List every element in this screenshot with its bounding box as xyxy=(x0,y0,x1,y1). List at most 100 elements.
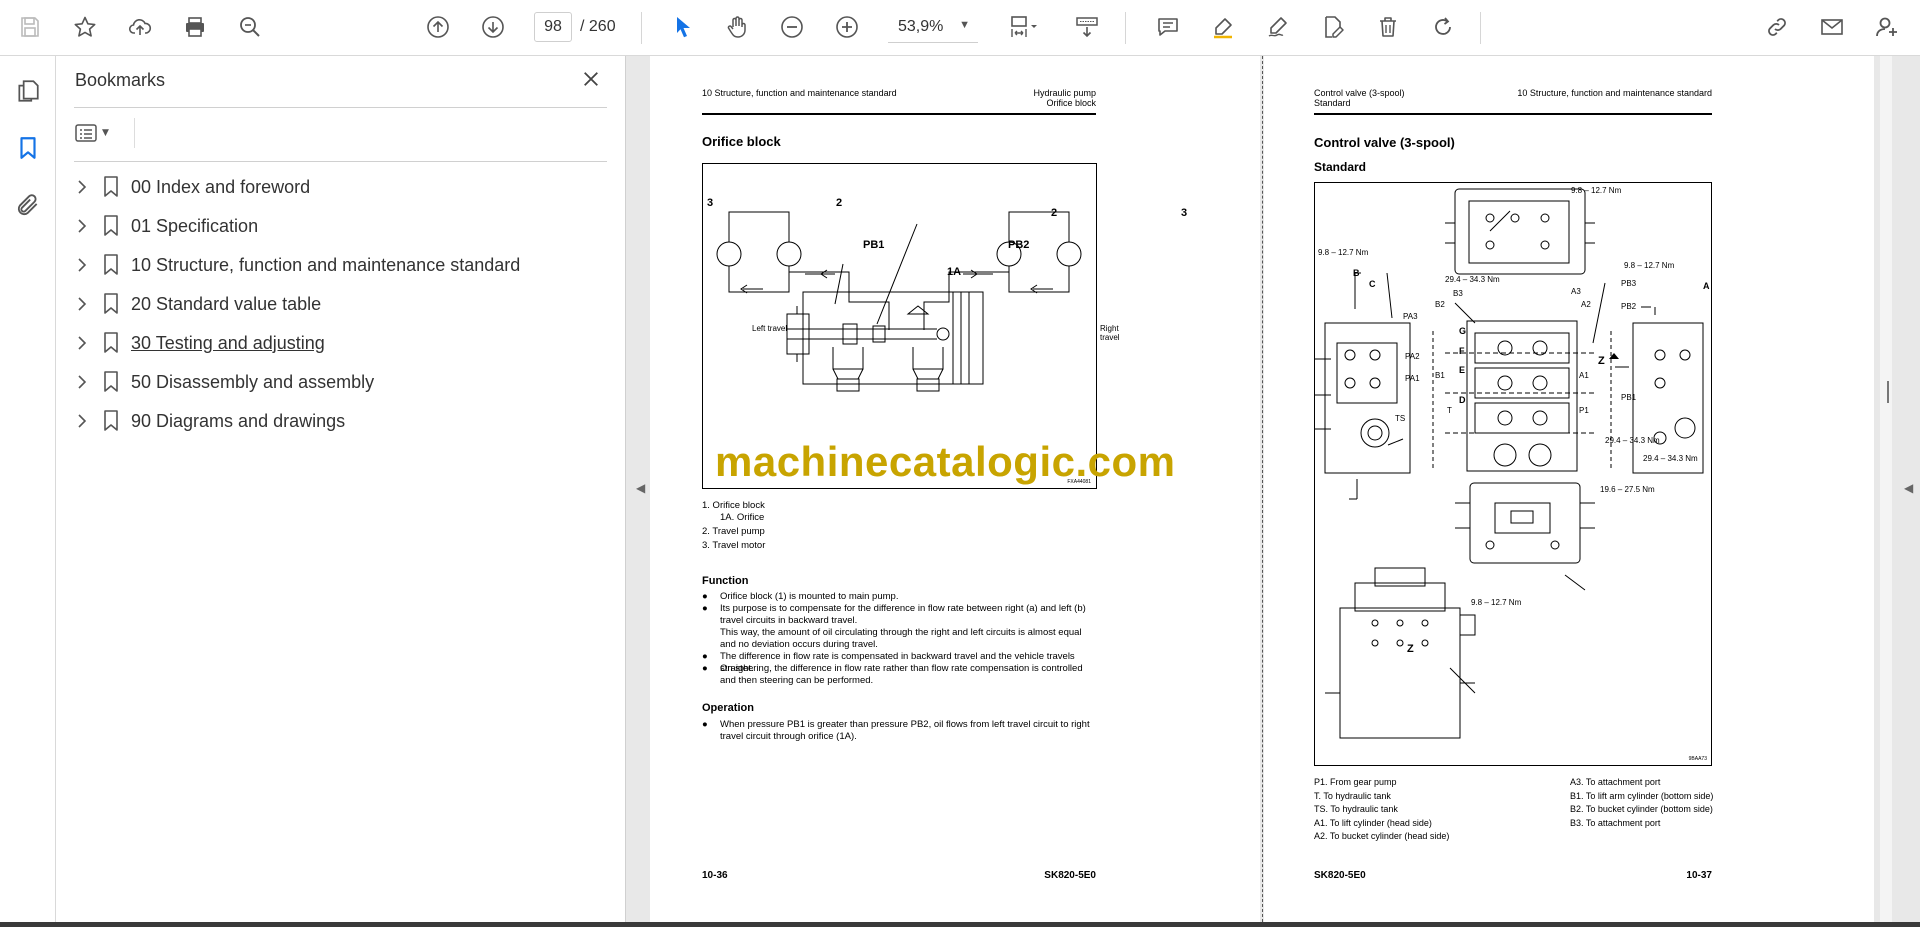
bookmark-icon xyxy=(96,215,126,237)
port-label: B1 xyxy=(1435,371,1445,380)
print-icon[interactable] xyxy=(178,10,212,44)
legend-item: 3. Travel motor xyxy=(702,540,766,551)
email-icon[interactable] xyxy=(1815,10,1849,44)
edit-pdf-icon[interactable] xyxy=(1316,10,1350,44)
label-2-left: 2 xyxy=(836,197,843,209)
section-title: Orifice block xyxy=(702,134,781,149)
bookmark-icon xyxy=(96,371,126,393)
bookmark-options-button[interactable]: ▼ xyxy=(74,118,122,148)
port-label: A1 xyxy=(1579,371,1589,380)
zoom-out-icon[interactable] xyxy=(775,10,809,44)
toolbar-divider xyxy=(641,12,642,44)
vertical-scrollbar[interactable] xyxy=(1880,56,1892,927)
page-total: / 260 xyxy=(580,18,616,35)
bookmark-label: 90 Diagrams and drawings xyxy=(131,410,346,431)
section-letter: F xyxy=(1459,346,1465,356)
bullet-text: On steering, the difference in flow rate… xyxy=(720,663,1083,686)
section-letter: G xyxy=(1459,326,1467,336)
bookmark-item[interactable]: 00 Index and foreword xyxy=(71,171,611,203)
page-header-left-2: Standard xyxy=(1314,98,1351,108)
page-header-right: 10 Structure, function and maintenance s… xyxy=(1517,88,1712,98)
bullet-text: When pressure PB1 is greater than pressu… xyxy=(720,719,1090,742)
bookmark-label: 30 Testing and adjusting xyxy=(131,332,325,353)
share-link-icon[interactable] xyxy=(1760,10,1794,44)
next-page-icon[interactable] xyxy=(476,10,510,44)
rotate-icon[interactable] xyxy=(1426,10,1460,44)
section-letter: B xyxy=(1353,268,1360,278)
navigation-rail xyxy=(0,56,56,927)
chevron-right-icon[interactable] xyxy=(71,180,93,194)
chevron-right-icon[interactable] xyxy=(71,219,93,233)
collapse-right-panel-icon[interactable]: ◀ xyxy=(1904,481,1913,495)
pdf-page-right: Control valve (3-spool) Standard 10 Stru… xyxy=(1264,56,1874,927)
page-header-left: 10 Structure, function and maintenance s… xyxy=(702,88,897,98)
collapse-left-panel-icon[interactable]: ◀ xyxy=(636,481,645,495)
chevron-right-icon[interactable] xyxy=(71,414,93,428)
label-2-right: 2 xyxy=(1051,207,1058,219)
bookmark-icon xyxy=(96,293,126,315)
section-title: Control valve (3-spool) xyxy=(1314,135,1455,150)
zoom-in-icon[interactable] xyxy=(830,10,864,44)
select-cursor-icon[interactable] xyxy=(666,10,700,44)
subsection-title: Standard xyxy=(1314,160,1367,174)
zoom-value: 53,9% xyxy=(898,18,944,35)
scroll-mode-icon[interactable] xyxy=(1070,10,1104,44)
highlight-pen-icon[interactable] xyxy=(1206,10,1240,44)
bookmark-label: 50 Disassembly and assembly xyxy=(131,371,375,392)
torque-label: 29.4 – 34.3 Nm xyxy=(1605,436,1660,445)
bookmark-panel-icon[interactable] xyxy=(11,131,45,165)
bookmark-item[interactable]: 10 Structure, function and maintenance s… xyxy=(71,249,611,281)
torque-label: 29.4 – 34.3 Nm xyxy=(1445,275,1500,284)
cloud-upload-icon[interactable] xyxy=(123,10,157,44)
port-label: TS xyxy=(1395,414,1406,423)
delete-icon[interactable] xyxy=(1371,10,1405,44)
chevron-right-icon[interactable] xyxy=(71,336,93,350)
bookmark-label: 01 Specification xyxy=(131,215,259,236)
chevron-right-icon[interactable] xyxy=(71,375,93,389)
figure-code: 9BAA73 xyxy=(1688,756,1707,762)
draw-signature-icon[interactable] xyxy=(1261,10,1295,44)
port-label: P1 xyxy=(1579,406,1589,415)
scrollbar-thumb[interactable] xyxy=(1887,381,1889,403)
page-number-input[interactable]: 98 xyxy=(534,12,572,42)
hand-tool-icon[interactable] xyxy=(720,10,754,44)
left-travel-caption: Left travel xyxy=(752,324,788,333)
bookmark-item[interactable]: 20 Standard value table xyxy=(71,288,611,320)
zoom-select[interactable]: 53,9% ▼ xyxy=(888,12,978,42)
attachment-icon[interactable] xyxy=(11,188,45,222)
comment-icon[interactable] xyxy=(1151,10,1185,44)
bookmark-item[interactable]: 90 Diagrams and drawings xyxy=(71,405,611,437)
document-viewer[interactable]: ◀ 10 Structure, function and maintenance… xyxy=(626,56,1920,927)
legend-column-left: P1. From gear pump T. To hydraulic tank … xyxy=(1314,776,1449,844)
search-icon[interactable] xyxy=(233,10,267,44)
port-label: PB3 xyxy=(1621,279,1637,288)
page-fit-icon[interactable] xyxy=(1001,10,1049,44)
bookmark-item[interactable]: 01 Specification xyxy=(71,210,611,242)
legend-item: A3. To attachment port xyxy=(1570,777,1661,787)
save-icon[interactable] xyxy=(13,10,47,44)
view-z-label: Z xyxy=(1407,643,1414,655)
add-user-icon[interactable] xyxy=(1870,10,1904,44)
legend-item: A2. To bucket cylinder (head side) xyxy=(1314,831,1450,841)
torque-label: 9.8 – 12.7 Nm xyxy=(1318,248,1369,257)
port-label: B3 xyxy=(1453,289,1463,298)
label-pb1: PB1 xyxy=(863,239,885,251)
bookmark-item[interactable]: 30 Testing and adjusting xyxy=(71,327,611,359)
bookmark-label: 20 Standard value table xyxy=(131,293,322,314)
page-thumbnails-icon[interactable] xyxy=(11,74,45,108)
previous-page-icon[interactable] xyxy=(421,10,455,44)
torque-label: 19.6 – 27.5 Nm xyxy=(1600,485,1655,494)
bookmarks-title: Bookmarks xyxy=(75,70,166,90)
page-header-right-2: Orifice block xyxy=(1046,98,1096,108)
legend-item: B3. To attachment port xyxy=(1570,817,1661,828)
label-3-right: 3 xyxy=(1181,207,1188,219)
star-icon[interactable] xyxy=(68,10,102,44)
chevron-right-icon[interactable] xyxy=(71,297,93,311)
bookmark-item[interactable]: 50 Disassembly and assembly xyxy=(71,366,611,398)
operation-heading: Operation xyxy=(702,702,754,714)
toolbar-divider xyxy=(1480,12,1481,44)
close-icon[interactable] xyxy=(578,66,604,92)
section-letter: C xyxy=(1369,279,1376,289)
port-label: B2 xyxy=(1435,300,1445,309)
chevron-right-icon[interactable] xyxy=(71,258,93,272)
